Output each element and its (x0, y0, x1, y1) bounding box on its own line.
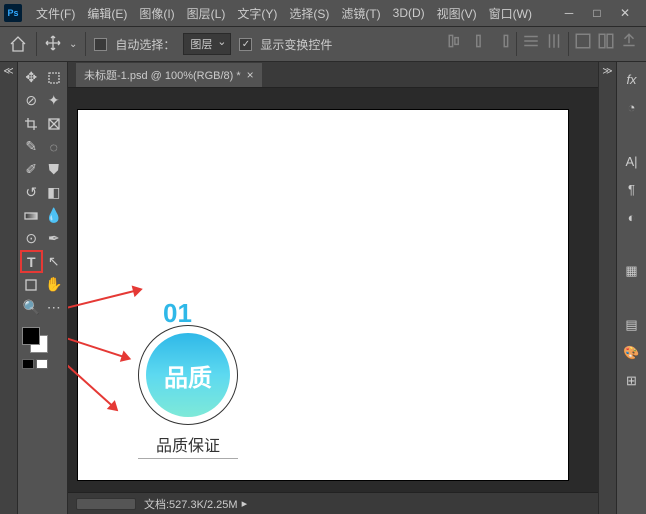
stamp-tool[interactable]: ⛊ (43, 158, 66, 181)
path-tool[interactable]: ↖ (43, 250, 65, 273)
circle-gradient: 品质 (146, 333, 230, 417)
close-button[interactable]: ✕ (618, 6, 632, 20)
eraser-tool[interactable]: ◧ (43, 181, 66, 204)
maximize-button[interactable]: □ (590, 6, 604, 20)
transform-checkbox[interactable] (239, 38, 252, 51)
brush-panel-icon[interactable]: ◐ (621, 206, 643, 228)
divider (36, 32, 37, 56)
history-brush-tool[interactable]: ↺ (20, 181, 43, 204)
properties-panel-icon[interactable]: ⊞ (621, 370, 643, 392)
divider (85, 32, 86, 56)
blur-tool[interactable]: 💧 (43, 204, 66, 227)
menu-layer[interactable]: 图层(L) (181, 2, 232, 25)
shape-tool[interactable] (20, 273, 43, 296)
lasso-tool[interactable]: ⊘ (20, 89, 43, 112)
eyedropper-tool[interactable]: ✎ (20, 135, 43, 158)
menu-filter[interactable]: 滤镜(T) (335, 2, 386, 25)
chevron-icon: ≪ (3, 66, 13, 77)
document-canvas[interactable]: 01 品质 品质保证 (78, 110, 568, 480)
pen-tool[interactable]: ✒ (43, 227, 66, 250)
screen-mode-icon[interactable] (36, 359, 48, 369)
circle-label: 品质 (164, 358, 212, 393)
minimize-button[interactable]: ─ (562, 6, 576, 20)
patch-tool[interactable]: ◌ (43, 135, 66, 158)
foreground-color[interactable] (22, 327, 40, 345)
menu-file[interactable]: 文件(F) (30, 2, 81, 25)
toolbox: ✥ ⊘✦ ✎◌ ✐⛊ ↺◧ 💧 ⊙✒ T↖ ✋ 🔍⋯ (18, 62, 68, 514)
color-panel-icon[interactable]: 🎨 (621, 342, 643, 364)
tab-close-icon[interactable]: × (247, 68, 254, 82)
transform-label: 显示变换控件 (260, 36, 332, 53)
hand-tool[interactable]: ✋ (43, 273, 66, 296)
gradient-tool[interactable] (20, 204, 43, 227)
crop-tool[interactable] (20, 112, 43, 135)
wand-tool[interactable]: ✦ (43, 89, 66, 112)
brush-tool[interactable]: ✐ (20, 158, 43, 181)
fx-panel-icon[interactable]: fx (621, 68, 643, 90)
horizontal-scrollbar[interactable] (76, 498, 136, 510)
mode-icon[interactable] (597, 32, 615, 50)
caption-text: 品质保证 (138, 432, 238, 459)
menu-select[interactable]: 选择(S) (283, 2, 335, 25)
layer-dropdown[interactable]: 图层 (183, 33, 231, 55)
zoom-tool[interactable]: 🔍 (20, 296, 43, 319)
extra-tool[interactable]: ⋯ (43, 296, 66, 319)
character-panel-icon[interactable]: A| (621, 150, 643, 172)
quick-mask-icon[interactable] (22, 359, 34, 369)
color-wheel-icon[interactable]: ◔ (621, 96, 643, 118)
chevron-right-icon[interactable]: ▸ (242, 497, 248, 510)
align-right-icon[interactable] (493, 32, 511, 50)
doc-info-label: 文档:527.3K/2.25M (144, 496, 238, 512)
divider (516, 32, 517, 56)
paragraph-panel-icon[interactable]: ¶ (621, 178, 643, 200)
status-bar: 文档:527.3K/2.25M ▸ (68, 492, 598, 514)
layers-panel-icon[interactable]: ▤ (621, 314, 643, 336)
type-tool[interactable]: T (20, 250, 43, 273)
align-left-icon[interactable] (447, 32, 465, 50)
right-panel-dock: fx ◔ A| ¶ ◐ ▦ ▤ 🎨 ⊞ (616, 62, 646, 514)
color-swatches[interactable] (20, 327, 65, 357)
left-collapse[interactable]: ≪ (0, 62, 18, 514)
chevron-icon: ≫ (602, 66, 612, 514)
menu-type[interactable]: 文字(Y) (231, 2, 283, 25)
swatches-panel-icon[interactable]: ▦ (621, 260, 643, 282)
dodge-tool[interactable]: ⊙ (20, 227, 43, 250)
divider (568, 32, 569, 56)
menu-3d[interactable]: 3D(D) (387, 3, 431, 23)
document-tabs: 未标题-1.psd @ 100%(RGB/8) * × (68, 62, 598, 88)
menu-edit[interactable]: 编辑(E) (81, 2, 133, 25)
menu-image[interactable]: 图像(I) (133, 2, 180, 25)
home-icon[interactable] (8, 34, 28, 54)
move-tool[interactable]: ✥ (20, 66, 43, 89)
tab-title: 未标题-1.psd @ 100%(RGB/8) * (84, 67, 241, 83)
distribute-icon[interactable] (522, 32, 540, 50)
mode-icon[interactable] (574, 32, 592, 50)
app-logo: Ps (4, 4, 22, 22)
auto-select-label: 自动选择： (115, 36, 175, 53)
distribute-icon[interactable] (545, 32, 563, 50)
right-collapse[interactable]: ≫ (598, 62, 616, 514)
move-tool-icon[interactable] (45, 35, 61, 54)
artboard-tool[interactable] (43, 66, 66, 89)
auto-select-checkbox[interactable] (94, 38, 107, 51)
align-center-icon[interactable] (470, 32, 488, 50)
menu-window[interactable]: 窗口(W) (483, 2, 538, 25)
document-tab[interactable]: 未标题-1.psd @ 100%(RGB/8) * × (76, 63, 262, 87)
share-icon[interactable] (620, 32, 638, 50)
canvas-viewport[interactable]: 01 品质 品质保证 (68, 88, 598, 492)
options-bar: ⌄ 自动选择： 图层 显示变换控件 (0, 26, 646, 62)
titlebar: Ps 文件(F) 编辑(E) 图像(I) 图层(L) 文字(Y) 选择(S) 滤… (0, 0, 646, 26)
chevron-down-icon[interactable]: ⌄ (69, 39, 77, 50)
menu-view[interactable]: 视图(V) (431, 2, 483, 25)
frame-tool[interactable] (43, 112, 66, 135)
